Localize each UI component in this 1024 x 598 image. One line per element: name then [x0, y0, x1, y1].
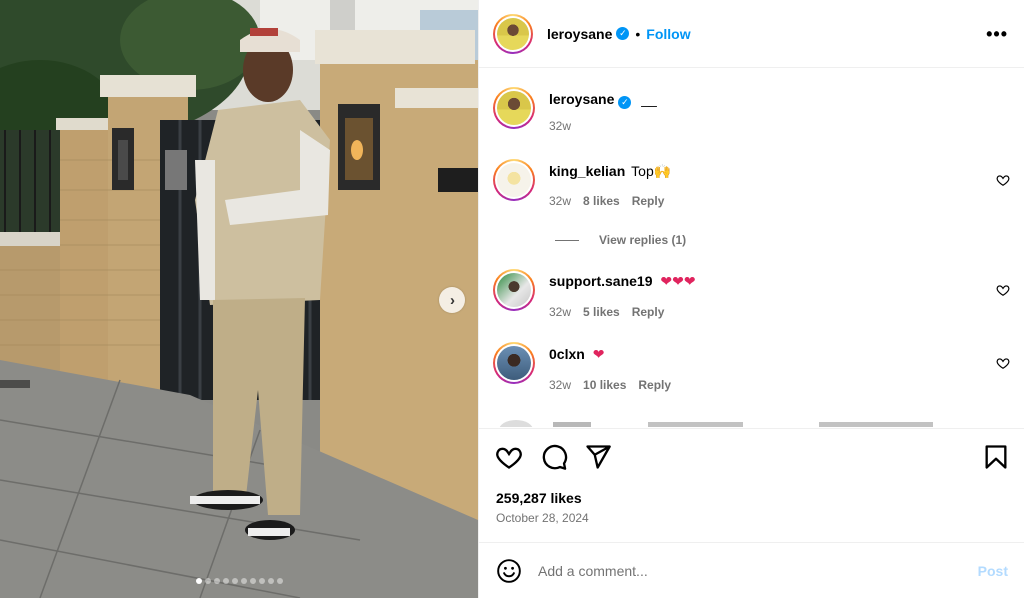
like-comment-heart-icon[interactable] [996, 283, 1010, 297]
carousel-next-button[interactable]: › [439, 287, 465, 313]
comment-text: Top🙌 [631, 163, 672, 179]
avatar-image [497, 17, 529, 50]
photo-image [0, 0, 478, 598]
chevron-right-icon: › [450, 291, 455, 309]
comment-text: ❤❤❤ [660, 274, 696, 290]
avatar-image [497, 346, 531, 380]
avatar[interactable] [493, 269, 535, 311]
separator: • [635, 25, 641, 42]
comment-time[interactable]: 32w [549, 305, 571, 319]
carousel-dot [249, 578, 256, 584]
view-replies-label: View replies (1) [599, 233, 687, 247]
follow-button[interactable]: Follow [646, 26, 690, 42]
like-comment-heart-icon[interactable] [996, 173, 1010, 187]
comment-username[interactable]: support.sane19 [549, 273, 652, 289]
avatar-image [497, 273, 531, 307]
carousel-dot [204, 578, 211, 584]
caption-time[interactable]: 32w [549, 119, 571, 133]
carousel-dot [231, 578, 238, 584]
comment-time[interactable]: 32w [549, 378, 571, 392]
comment-input[interactable] [538, 562, 978, 579]
comment-item: support.sane19 ❤❤❤ 32w 5 likes Reply [493, 269, 1010, 319]
comment-icon[interactable] [540, 443, 568, 471]
emoji-icon[interactable] [496, 558, 522, 584]
caption-username[interactable]: leroysane [549, 91, 614, 107]
view-replies-button[interactable]: View replies (1) [555, 233, 686, 247]
avatar[interactable] [493, 159, 535, 201]
comments-list[interactable]: leroysane ✓ __ 32w king_kelian Top🙌 32w [479, 69, 1024, 427]
comment-username[interactable]: 0clxn [549, 346, 585, 362]
avatar[interactable] [493, 342, 535, 384]
like-comment-heart-icon[interactable] [996, 356, 1010, 370]
comment-item: king_kelian Top🙌 32w 8 likes Reply [493, 159, 1010, 208]
heart-icon[interactable] [495, 443, 523, 471]
comment-likes[interactable]: 10 likes [583, 378, 626, 392]
carousel-dot [276, 578, 283, 584]
reply-button[interactable]: Reply [632, 194, 665, 208]
verified-badge-icon: ✓ [616, 27, 630, 40]
carousel-dot [213, 578, 220, 584]
comment-time[interactable]: 32w [549, 194, 571, 208]
post-photo[interactable]: › [0, 0, 478, 598]
clipped-comment [553, 422, 933, 427]
avatar-image [497, 91, 531, 125]
save-icon[interactable] [982, 443, 1010, 471]
replies-divider [555, 239, 579, 241]
carousel-dot [267, 578, 274, 584]
post-header: leroysane ✓ • Follow ••• [479, 0, 1024, 68]
post-panel: leroysane ✓ • Follow ••• leroysane ✓ __ 3… [478, 0, 1024, 598]
reply-button[interactable]: Reply [632, 305, 665, 319]
caption: leroysane ✓ __ 32w [493, 87, 1010, 133]
comment-likes[interactable]: 8 likes [583, 194, 620, 208]
share-icon[interactable] [584, 443, 612, 471]
comment-composer: Post [479, 542, 1024, 598]
author-username[interactable]: leroysane [547, 26, 612, 42]
carousel-dot [195, 578, 202, 584]
avatar [499, 420, 533, 427]
comment-username[interactable]: king_kelian [549, 163, 625, 179]
avatar[interactable] [493, 13, 533, 54]
carousel-dot [240, 578, 247, 584]
comment-text: ❤ [592, 347, 605, 363]
comment-likes[interactable]: 5 likes [583, 305, 620, 319]
avatar[interactable] [493, 87, 535, 129]
carousel-dots [0, 578, 478, 584]
caption-text: __ [641, 91, 657, 107]
action-bar [479, 428, 1024, 482]
carousel-dot [222, 578, 229, 584]
like-count[interactable]: 259,287 likes [496, 490, 582, 506]
carousel-dot [258, 578, 265, 584]
post-button[interactable]: Post [978, 563, 1008, 579]
comment-item: 0clxn ❤ 32w 10 likes Reply [493, 342, 1010, 392]
avatar-image [497, 163, 531, 197]
reply-button[interactable]: Reply [638, 378, 671, 392]
verified-badge-icon: ✓ [618, 96, 632, 109]
post-date[interactable]: October 28, 2024 [496, 511, 589, 525]
more-options-icon[interactable]: ••• [986, 25, 1008, 43]
